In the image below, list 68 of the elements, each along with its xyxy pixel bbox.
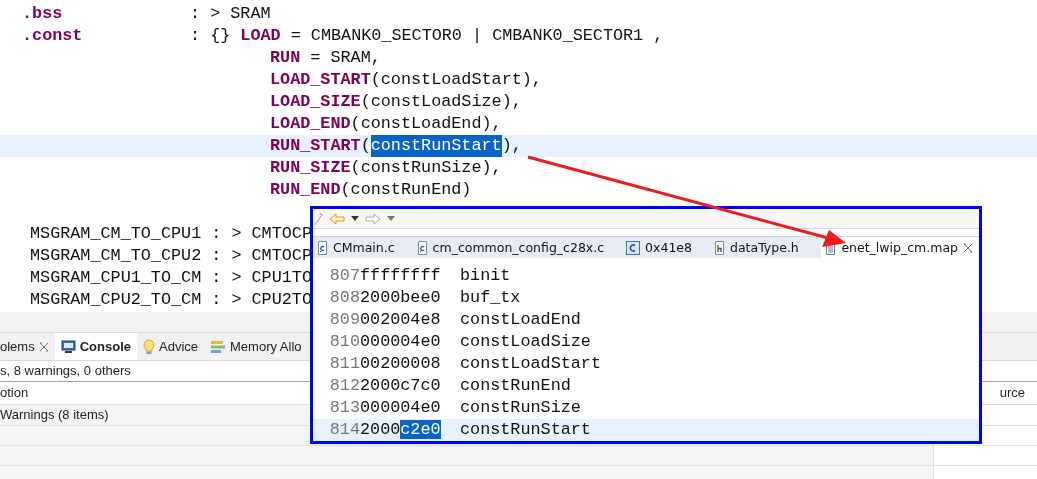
line-number: 808 bbox=[328, 287, 360, 309]
symbol-name: buf_tx bbox=[460, 287, 521, 309]
code-text: RUN_START bbox=[270, 135, 361, 157]
code-text: constRunStart bbox=[370, 135, 502, 157]
editor-tab[interactable]: 0x41e8 bbox=[622, 237, 710, 258]
address-text: 2000bee0 bbox=[360, 288, 441, 307]
lightbulb-icon bbox=[143, 338, 155, 355]
code-text: MSGRAM_CPU1_TO_CM : > CPU1TO bbox=[30, 267, 312, 289]
code-text: = CMBANK0_SECTOR0 | CMBANK0_SECTOR1 , bbox=[289, 26, 664, 45]
code-text: LOAD_SIZE bbox=[270, 91, 361, 113]
symbol-name: binit bbox=[460, 265, 511, 287]
address-text: 2000 bbox=[360, 420, 401, 439]
editor-tab[interactable]: enet_lwip_cm.map bbox=[821, 237, 979, 258]
code-text: LOAD_END bbox=[270, 113, 351, 135]
code-text: (constRunEnd) bbox=[340, 179, 472, 201]
monitor-icon bbox=[60, 339, 76, 354]
code-text: RUN bbox=[270, 47, 301, 69]
code-text: : {} bbox=[190, 26, 232, 45]
code-text: = SRAM, bbox=[309, 47, 381, 69]
code-text: (constRunSize), bbox=[350, 157, 502, 179]
code-text: MSGRAM_CPU2_TO_CM : > CPU2TO bbox=[30, 289, 312, 311]
line-number: 810 bbox=[328, 331, 360, 353]
close-icon[interactable] bbox=[963, 242, 973, 253]
column-header: otion bbox=[0, 384, 29, 402]
bars-icon bbox=[210, 339, 226, 354]
code-text: LOAD bbox=[240, 26, 281, 45]
panel-tab[interactable]: Advice bbox=[137, 333, 204, 360]
h-file-icon bbox=[714, 240, 725, 255]
line-number: 807 bbox=[328, 265, 360, 287]
code-line: .bss bbox=[22, 3, 64, 25]
code-text: (constLoadEnd), bbox=[350, 113, 502, 135]
code-text: (constLoadSize), bbox=[360, 91, 522, 113]
editor-tab[interactable]: cm_common_config_c28x.c bbox=[412, 237, 623, 258]
caret-icon[interactable] bbox=[351, 216, 359, 222]
tree-row[interactable]: Warnings (8 items) bbox=[0, 405, 309, 425]
editor-tab[interactable]: CMmain.c bbox=[313, 237, 413, 258]
address-text: ffffffff bbox=[360, 266, 441, 285]
symbol-name: constRunStart bbox=[460, 419, 591, 441]
symbol-name: constLoadEnd bbox=[460, 309, 581, 331]
address-text: 000004e0 bbox=[360, 332, 441, 351]
symbol-name: constLoadSize bbox=[460, 331, 591, 353]
code-text: ( bbox=[360, 135, 371, 157]
editor-tab[interactable]: dataType.h bbox=[710, 237, 817, 258]
address-text: 000004e0 bbox=[360, 398, 441, 417]
panel-tab[interactable]: olems bbox=[0, 333, 55, 360]
panel-tab[interactable]: Memory Allo bbox=[204, 333, 302, 360]
wand-icon[interactable] bbox=[315, 211, 323, 226]
symbol-name: constRunSize bbox=[460, 397, 581, 419]
line-number: 813 bbox=[328, 397, 360, 419]
code-text: MSGRAM_CM_TO_CPU1 : > CMTOCP bbox=[30, 223, 312, 245]
panel-tab[interactable]: Console bbox=[54, 333, 137, 360]
code-text: LOAD_START bbox=[270, 69, 371, 91]
c-file-icon bbox=[626, 240, 641, 255]
column-header: urce bbox=[999, 384, 1025, 402]
code-text: RUN_END bbox=[270, 179, 341, 201]
close-icon[interactable] bbox=[38, 341, 49, 352]
code-text: : > SRAM bbox=[190, 4, 271, 23]
code-text: ), bbox=[501, 135, 522, 157]
code-text: RUN_SIZE bbox=[270, 157, 351, 179]
c-file-icon bbox=[317, 240, 328, 255]
address-text: c2e0 bbox=[400, 420, 441, 439]
line-number: 814 bbox=[328, 419, 360, 441]
address-text: 002004e8 bbox=[360, 310, 441, 329]
c-file-icon bbox=[416, 240, 428, 255]
code-text: (constLoadStart), bbox=[370, 69, 542, 91]
line-number: 809 bbox=[328, 309, 360, 331]
code-text: MSGRAM_CM_TO_CPU2 : > CMTOCP bbox=[30, 245, 312, 267]
code-line: .const bbox=[22, 25, 84, 47]
